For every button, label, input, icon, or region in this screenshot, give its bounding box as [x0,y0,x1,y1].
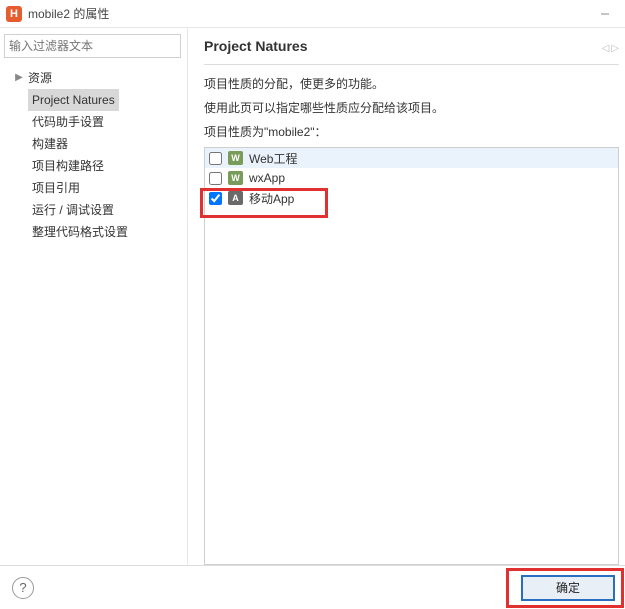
natures-list: W Web工程 W wxApp A 移动App [204,147,619,565]
nature-label: Web工程 [249,150,297,167]
tree-root-label: 资源 [28,68,52,88]
nav-history: ◁ ▷ [602,43,619,54]
filter-input[interactable] [9,39,176,53]
main-area: 项目性质的分配，使更多的功能。 使用此页可以指定哪些性质应分配给该项目。 项目性… [204,75,619,565]
ok-button[interactable]: 确定 [521,575,615,601]
nature-checkbox-web[interactable] [209,152,222,165]
main-panel: Project Natures ◁ ▷ 项目性质的分配，使更多的功能。 使用此页… [188,28,625,565]
app-icon: H [6,6,22,22]
tree-children: Project Natures 代码助手设置 构建器 项目构建路径 项目引用 运… [14,89,187,243]
nature-row-web[interactable]: W Web工程 [205,148,618,168]
desc-line-1: 项目性质的分配，使更多的功能。 [204,75,619,93]
desc-line-2: 使用此页可以指定哪些性质应分配给该项目。 [204,99,619,117]
minimize-button[interactable] [591,4,619,24]
nature-checkbox-mobile-app[interactable] [209,192,222,205]
tree-item-run-debug[interactable]: 运行 / 调试设置 [28,199,187,221]
fwd-icon[interactable]: ▷ [611,43,619,54]
footer: ? 确定 [0,565,625,609]
tree-item-project-natures[interactable]: Project Natures [28,89,187,111]
nature-label: wxApp [249,171,285,185]
help-button[interactable]: ? [12,577,34,599]
tree-item-code-assist[interactable]: 代码助手设置 [28,111,187,133]
sidebar: ▶ 资源 Project Natures 代码助手设置 构建器 项目构建路径 项… [0,28,188,565]
titlebar: H mobile2 的属性 [0,0,625,28]
nature-row-wxapp[interactable]: W wxApp [205,168,618,188]
badge-w-icon: W [228,151,243,165]
badge-a-icon: A [228,191,243,205]
badge-w-icon: W [228,171,243,185]
main-header: Project Natures ◁ ▷ [204,38,619,65]
tree-item-project-refs[interactable]: 项目引用 [28,177,187,199]
back-icon[interactable]: ◁ [602,43,610,54]
tree-item-builders[interactable]: 构建器 [28,133,187,155]
tree-root-resources[interactable]: ▶ 资源 [14,67,187,89]
nature-checkbox-wxapp[interactable] [209,172,222,185]
window-title: mobile2 的属性 [28,5,109,22]
desc-line-3: 项目性质为"mobile2"： [204,123,619,141]
nature-row-mobile-app[interactable]: A 移动App [205,188,618,208]
body: ▶ 资源 Project Natures 代码助手设置 构建器 项目构建路径 项… [0,28,625,565]
tree-item-code-format[interactable]: 整理代码格式设置 [28,221,187,243]
page-title: Project Natures [204,38,307,54]
nav-tree: ▶ 资源 Project Natures 代码助手设置 构建器 项目构建路径 项… [0,61,187,565]
nature-label: 移动App [249,190,294,207]
filter-box [4,34,181,58]
chevron-right-icon: ▶ [14,68,24,88]
tree-item-label: Project Natures [28,89,119,111]
tree-item-build-path[interactable]: 项目构建路径 [28,155,187,177]
